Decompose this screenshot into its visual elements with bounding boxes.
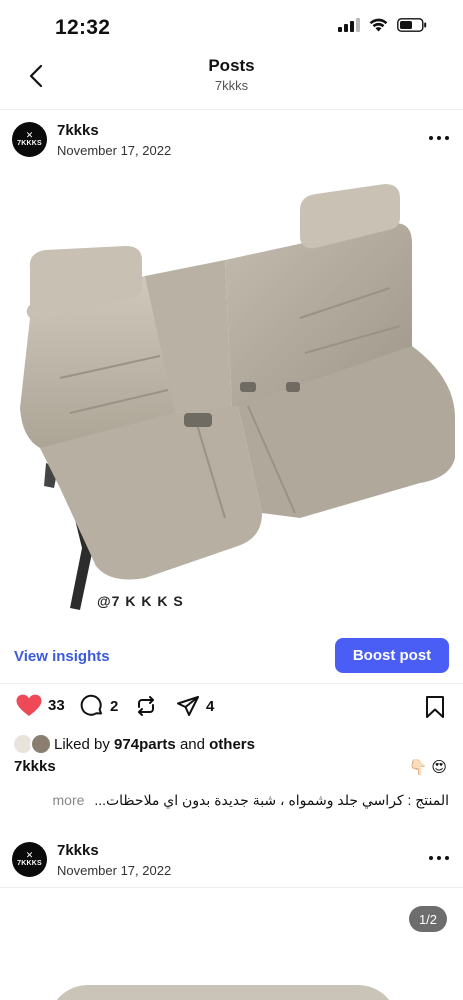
- more-options-button[interactable]: [429, 132, 449, 144]
- wifi-icon: [369, 18, 388, 32]
- caption-more-link[interactable]: more: [53, 792, 85, 808]
- post-image[interactable]: 1/2: [0, 888, 463, 1000]
- liked-avatars: [12, 733, 54, 755]
- save-button[interactable]: [425, 695, 445, 724]
- send-icon: [177, 696, 199, 716]
- liked-by-others[interactable]: others: [209, 736, 255, 753]
- boost-post-button[interactable]: Boost post: [335, 638, 449, 673]
- share-count: 4: [206, 697, 215, 715]
- insights-bar: View insights Boost post: [0, 628, 463, 684]
- share-button[interactable]: 4: [176, 694, 214, 718]
- post-date: November 17, 2022: [57, 143, 172, 158]
- post-header: ✕ 7KKKS 7kkks November 17, 2022: [0, 110, 463, 168]
- more-options-button[interactable]: [429, 852, 449, 864]
- liked-by-text: Liked by 974parts and others: [54, 735, 255, 753]
- status-icons: [338, 18, 427, 32]
- view-insights-link[interactable]: View insights: [14, 648, 110, 665]
- post-date: November 17, 2022: [57, 863, 172, 878]
- caption: more المنتج : كراسي جلد وشمواه ، شبة جدي…: [14, 792, 449, 809]
- tools-icon: ✕: [25, 850, 34, 860]
- signal-icon: [338, 18, 360, 32]
- liked-by-user[interactable]: 974parts: [114, 736, 176, 753]
- battery-icon: [397, 18, 427, 32]
- status-time: 12:32: [55, 16, 111, 39]
- nav-header: Posts 7kkks: [0, 52, 463, 110]
- avatar[interactable]: ✕ 7KKKS: [12, 842, 47, 877]
- more-icon: [429, 856, 433, 860]
- like-count: 33: [48, 697, 65, 714]
- more-icon: [429, 136, 433, 140]
- bookmark-icon: [426, 696, 444, 718]
- avatar: [30, 733, 52, 755]
- post-image[interactable]: @7 K K K S: [0, 168, 463, 628]
- caption-text: المنتج : كراسي جلد وشمواه ، شبة جديدة بد…: [94, 792, 449, 808]
- post-username[interactable]: 7kkks: [57, 842, 99, 859]
- post-username[interactable]: 7kkks: [57, 122, 99, 139]
- comment-icon: [80, 694, 102, 716]
- carousel-counter: 1/2: [409, 906, 447, 932]
- like-button[interactable]: 33: [16, 694, 65, 717]
- avatar[interactable]: ✕ 7KKKS: [12, 122, 47, 157]
- comment-count: 2: [110, 697, 119, 715]
- heart-icon: [16, 694, 42, 716]
- repost-icon: [138, 696, 154, 716]
- image-watermark: @7 K K K S: [97, 593, 184, 609]
- caption-username[interactable]: 7kkks: [14, 758, 56, 775]
- comment-button[interactable]: 2: [80, 694, 118, 718]
- tools-icon: ✕: [25, 130, 34, 140]
- page-title: Posts: [208, 56, 255, 75]
- post-header: ✕ 7KKKS 7kkks November 17, 2022: [0, 830, 463, 888]
- car-seat-image: [20, 184, 455, 610]
- action-row: 33 2 4: [0, 690, 463, 726]
- repost-button[interactable]: [134, 694, 158, 718]
- caption-emojis: 👇🏻 😍: [408, 759, 447, 776]
- car-seat-image: [48, 985, 398, 1000]
- liked-by-row[interactable]: Liked by 974parts and others: [12, 733, 255, 755]
- status-bar: 12:32: [0, 0, 463, 52]
- page-subtitle: 7kkks: [214, 78, 249, 93]
